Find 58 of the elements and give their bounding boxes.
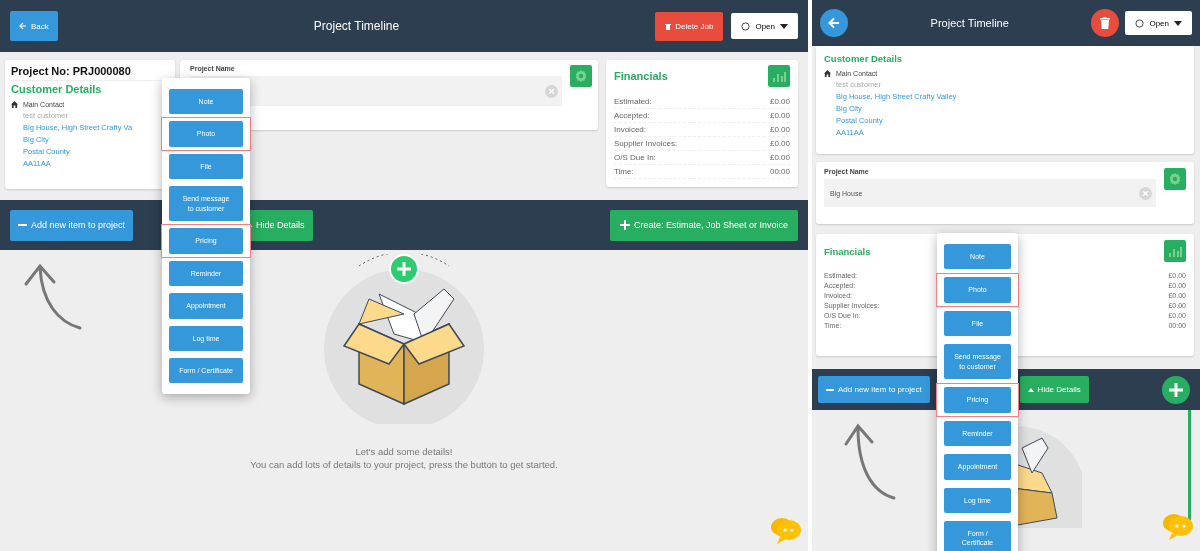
financial-value: £0.00 <box>769 97 790 106</box>
delete-job-button[interactable]: Delete Job <box>655 11 724 41</box>
radio-icon <box>741 21 751 31</box>
financial-label: O/S Due In: <box>614 153 656 162</box>
chart-button[interactable] <box>768 65 790 87</box>
financial-value: £0.00 <box>769 153 790 162</box>
back-arrow-icon <box>19 22 27 30</box>
page-title: Project Timeline <box>929 17 1010 29</box>
back-arrow-icon <box>828 17 840 29</box>
back-button[interactable]: Back <box>10 11 58 41</box>
minus-icon <box>826 388 834 391</box>
caret-up-icon <box>1027 387 1034 392</box>
financial-label: Time: <box>614 167 634 176</box>
add-button[interactable] <box>1162 375 1190 404</box>
caret-icon <box>780 23 788 29</box>
page-title: Project Timeline <box>312 19 401 33</box>
plus-icon <box>1169 382 1183 397</box>
section-heading: Customer Details <box>11 83 103 95</box>
house-icon <box>824 70 831 77</box>
settings-button[interactable] <box>1164 168 1186 190</box>
trash-icon <box>665 22 672 30</box>
add-item-button[interactable]: Add new item to project <box>10 209 134 241</box>
financials-title: Financials <box>824 245 871 257</box>
delete-button[interactable] <box>1091 9 1120 37</box>
section-heading: Customer Details <box>824 53 904 64</box>
minus-icon <box>18 224 27 226</box>
financial-value: £0.00 <box>769 125 790 134</box>
settings-button[interactable] <box>570 65 592 87</box>
settings-icon <box>574 69 588 83</box>
empty-state-title: Let's add some details! <box>355 446 453 457</box>
house-icon <box>11 101 18 108</box>
financial-label: Estimated: <box>614 97 652 106</box>
financials-title: Financials <box>614 70 668 82</box>
financial-value: £0.00 <box>769 111 790 120</box>
financial-label: Invoiced: <box>614 125 647 134</box>
back-button[interactable] <box>820 9 848 37</box>
financial-label: Accepted: <box>614 111 650 120</box>
financial-value: 00:00 <box>769 167 790 176</box>
chat-icon[interactable] <box>770 515 802 545</box>
create-button[interactable]: Create: Estimate, Job Sheet or Invoice <box>609 209 798 241</box>
clear-icon[interactable] <box>545 84 558 98</box>
radio-icon <box>1135 18 1145 28</box>
status-dropdown[interactable]: Open <box>731 13 798 39</box>
clear-icon[interactable] <box>1139 186 1152 200</box>
status-dropdown[interactable]: Open <box>1125 11 1192 35</box>
trash-icon <box>1100 17 1111 29</box>
bar-chart-icon <box>1168 245 1182 257</box>
financial-label: Supplier Invoices: <box>614 139 678 148</box>
add-item-button[interactable]: Add new item to project <box>818 376 930 403</box>
financial-value: £0.00 <box>769 139 790 148</box>
chat-icon[interactable] <box>1162 511 1194 541</box>
caret-icon <box>1174 20 1182 26</box>
empty-state-text: You can add lots of details to your project, press the button to get started. <box>250 459 558 470</box>
plus-icon <box>619 220 630 230</box>
settings-icon <box>1168 172 1182 186</box>
bar-chart-icon <box>772 70 786 82</box>
chart-button[interactable] <box>1164 240 1186 262</box>
hide-details-button[interactable]: Hide Details <box>1019 376 1089 403</box>
